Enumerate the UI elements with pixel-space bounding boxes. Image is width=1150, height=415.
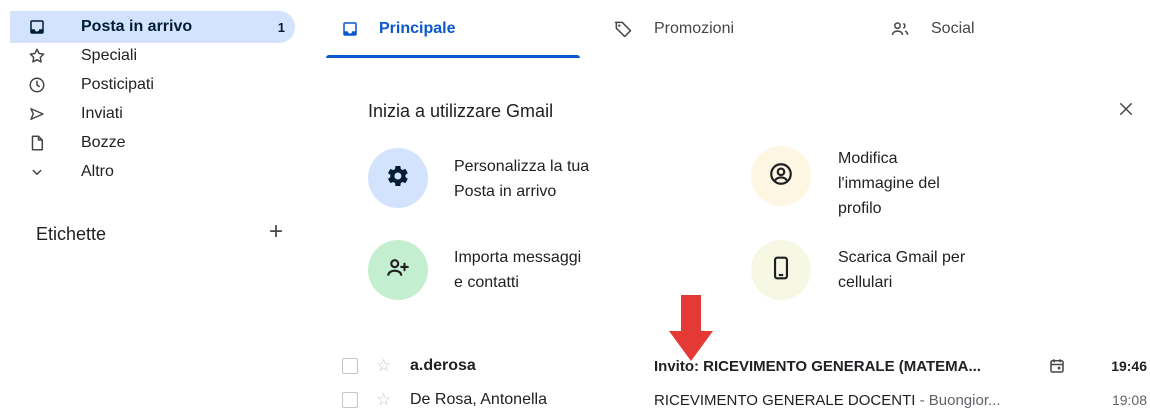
sidebar-item-label: Bozze [81, 134, 126, 151]
sidebar-item-sent[interactable]: Inviati [10, 99, 295, 129]
inbox-icon [339, 18, 361, 40]
chevron-down-icon [27, 162, 47, 182]
import-contacts-card[interactable]: Importa messaggi e contatti [368, 240, 581, 300]
annotation-arrow-icon [669, 295, 713, 361]
tab-label: Promozioni [654, 20, 735, 37]
gear-icon [386, 164, 410, 193]
sidebar: Posta in arrivo 1 Speciali Posticipati I… [0, 0, 300, 415]
add-person-icon [385, 255, 411, 286]
active-tab-indicator [326, 55, 580, 58]
email-row[interactable]: ☆ a.derosa Invito: RICEVIMENTO GENERALE … [330, 351, 1150, 381]
download-mobile-app-card[interactable]: Scarica Gmail per cellulari [751, 240, 965, 300]
send-icon [27, 104, 47, 124]
sidebar-item-label: Speciali [81, 47, 138, 64]
sidebar-item-label: Posta in arrivo [81, 18, 193, 35]
inbox-icon [27, 17, 47, 37]
sidebar-item-more[interactable]: Altro [10, 157, 295, 187]
email-row[interactable]: ☆ De Rosa, Antonella RICEVIMENTO GENERAL… [330, 385, 1150, 415]
tab-promozioni[interactable]: Promozioni [612, 0, 734, 58]
star-toggle-icon[interactable]: ☆ [376, 390, 391, 410]
people-icon [889, 18, 911, 40]
getting-started-title: Inizia a utilizzare Gmail [368, 101, 554, 121]
gs-card-text: Modifica l'immagine del profilo [838, 150, 940, 217]
profile-picture-card[interactable]: Modifica l'immagine del profilo [751, 146, 940, 221]
email-sender: De Rosa, Antonella [410, 391, 547, 408]
sidebar-item-label: Altro [81, 163, 114, 180]
draft-icon [27, 133, 47, 153]
customize-inbox-card[interactable]: Personalizza la tua Posta in arrivo [368, 148, 589, 208]
tag-icon [612, 18, 634, 40]
unread-count: 1 [277, 19, 285, 35]
sidebar-item-inbox[interactable]: Posta in arrivo 1 [10, 11, 295, 43]
gs-card-text: Personalizza la tua Posta in arrivo [454, 158, 590, 200]
email-subject-line: RICEVIMENTO GENERALE DOCENTI - Buongior.… [654, 392, 1034, 409]
gs-card-text: Importa messaggi e contatti [454, 249, 582, 291]
labels-heading: Etichette [36, 224, 107, 244]
email-subject: RICEVIMENTO GENERALE DOCENTI [654, 391, 916, 409]
gs-icon-circle [751, 240, 811, 300]
sidebar-item-label: Posticipati [81, 76, 154, 93]
clock-icon [27, 75, 47, 95]
email-sender: a.derosa [410, 357, 476, 374]
email-time: 19:46 [1111, 358, 1147, 374]
calendar-icon[interactable] [1047, 356, 1067, 376]
gs-card-text: Scarica Gmail per cellulari [838, 249, 966, 291]
close-button[interactable] [1112, 97, 1140, 125]
star-icon [27, 46, 47, 66]
sidebar-item-snoozed[interactable]: Posticipati [10, 70, 295, 100]
sidebar-item-drafts[interactable]: Bozze [10, 128, 295, 158]
phone-icon [768, 255, 794, 286]
account-circle-icon [768, 161, 794, 192]
tab-principale[interactable]: Principale [339, 0, 455, 58]
tab-label: Social [931, 20, 975, 37]
gs-icon-circle [751, 146, 811, 206]
star-toggle-icon[interactable]: ☆ [376, 356, 391, 376]
tab-label: Principale [379, 20, 456, 37]
email-time: 19:08 [1111, 392, 1147, 408]
sidebar-item-label: Inviati [81, 105, 123, 122]
select-checkbox[interactable] [342, 358, 358, 374]
select-checkbox[interactable] [342, 392, 358, 408]
gs-icon-circle [368, 148, 428, 208]
add-label-button[interactable]: + [264, 218, 288, 246]
email-snippet: - Buongior... [915, 391, 1001, 409]
gs-icon-circle [368, 240, 428, 300]
sidebar-item-starred[interactable]: Speciali [10, 41, 295, 71]
tab-social[interactable]: Social [889, 0, 975, 58]
close-icon [1117, 100, 1135, 123]
